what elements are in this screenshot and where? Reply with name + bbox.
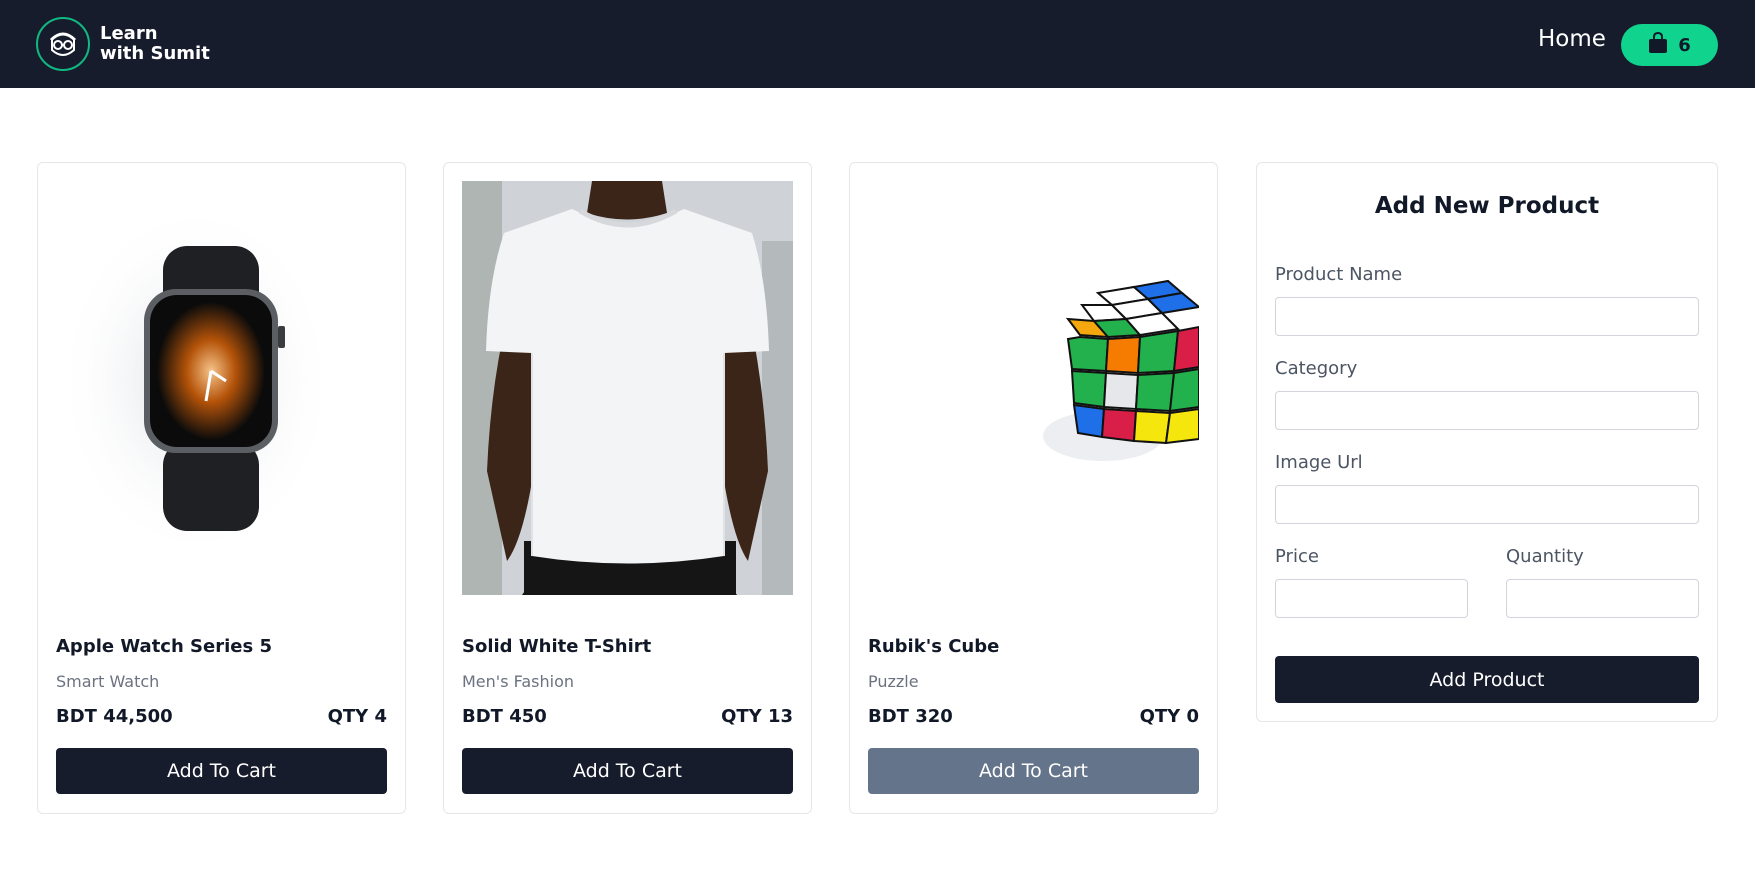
price-label: Price	[1275, 546, 1319, 567]
product-title: Rubik's Cube	[868, 636, 1000, 657]
product-quantity: QTY 4	[327, 706, 387, 727]
image-url-input[interactable]	[1275, 485, 1699, 524]
price-input[interactable]	[1275, 579, 1468, 618]
category-label: Category	[1275, 358, 1358, 379]
product-name-input[interactable]	[1275, 297, 1699, 336]
add-to-cart-button[interactable]: Add To Cart	[56, 748, 387, 794]
product-price: BDT 320	[868, 706, 953, 727]
brand-name-line1: Learn	[100, 23, 158, 44]
nav-home-link[interactable]: Home	[1538, 24, 1606, 54]
product-image-smartwatch	[56, 181, 387, 595]
product-category: Puzzle	[868, 672, 919, 691]
image-url-label: Image Url	[1275, 452, 1363, 473]
cart-button[interactable]: 6	[1621, 24, 1718, 66]
quantity-input[interactable]	[1506, 579, 1699, 618]
product-card: Rubik's Cube Puzzle BDT 320 QTY 0 Add To…	[849, 162, 1218, 814]
add-to-cart-button-disabled[interactable]: Add To Cart	[868, 748, 1199, 794]
product-card: Solid White T-Shirt Men's Fashion BDT 45…	[443, 162, 812, 814]
shopping-bag-icon	[1648, 31, 1668, 58]
brand-logo[interactable]: Learn with Sumit	[36, 17, 210, 71]
product-price: BDT 44,500	[56, 706, 173, 727]
logo-icon	[36, 17, 90, 71]
cart-count: 6	[1678, 34, 1691, 56]
add-product-button[interactable]: Add Product	[1275, 656, 1699, 703]
product-name-label: Product Name	[1275, 264, 1403, 285]
product-title: Apple Watch Series 5	[56, 636, 272, 657]
add-to-cart-button[interactable]: Add To Cart	[462, 748, 793, 794]
product-category: Smart Watch	[56, 672, 160, 691]
category-input[interactable]	[1275, 391, 1699, 430]
brand-name: Learn with Sumit	[100, 24, 210, 64]
product-price: BDT 450	[462, 706, 547, 727]
form-title: Add New Product	[1374, 193, 1600, 219]
product-title: Solid White T-Shirt	[462, 636, 652, 657]
product-image-rubiks-cube	[868, 181, 1199, 595]
product-card: Apple Watch Series 5 Smart Watch BDT 44,…	[37, 162, 406, 814]
navbar: Learn with Sumit Home 6	[0, 0, 1755, 88]
quantity-label: Quantity	[1506, 546, 1584, 567]
brand-name-line2: with Sumit	[100, 43, 210, 64]
product-category: Men's Fashion	[462, 672, 574, 691]
product-image-tshirt	[462, 181, 793, 595]
product-quantity: QTY 13	[721, 706, 793, 727]
add-product-form: Add New Product Product Name Category Im…	[1256, 162, 1718, 722]
product-quantity: QTY 0	[1139, 706, 1199, 727]
